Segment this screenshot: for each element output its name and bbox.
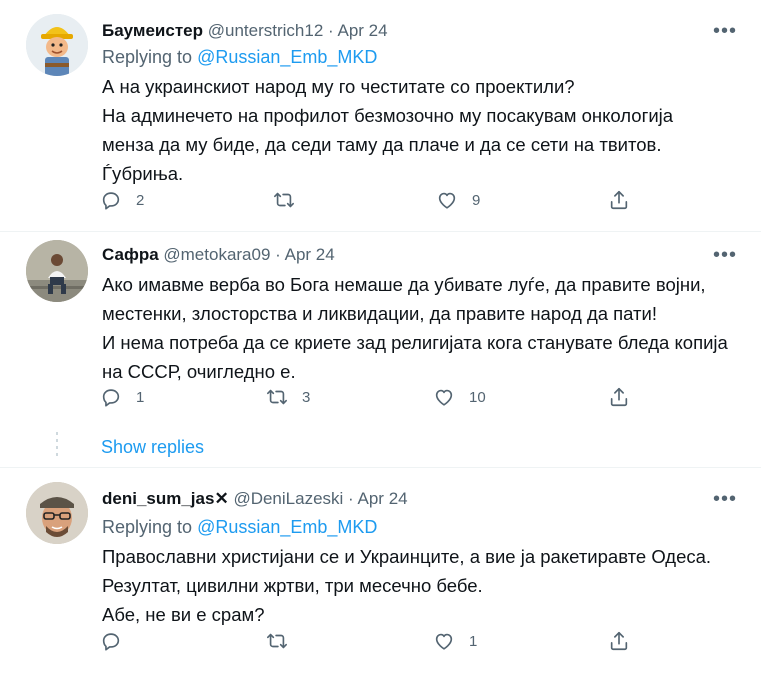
tweet-text-line: на СССР, очигледно е. [102, 361, 296, 382]
retweet-button[interactable] [266, 630, 302, 652]
tweet-text-line: Ако имавме верба во Бога немаше да убива… [102, 274, 706, 295]
retweet-icon [266, 630, 288, 652]
like-icon [433, 386, 455, 408]
tweet-text: Православни христијани се и Украинците, … [102, 542, 732, 629]
tweet-text-line: менза да му биде, да седи таму да плаче … [102, 134, 662, 155]
tweet-text-line: И нема потреба да се криете зад религија… [102, 332, 728, 353]
replying-to-prefix: Replying to [102, 47, 193, 67]
show-replies-link[interactable]: Show replies [101, 437, 204, 458]
tweet-text: Ако имавме верба во Бога немаше да убива… [102, 270, 732, 386]
replying-to-prefix: Replying to [102, 517, 193, 537]
display-name[interactable]: deni_sum_jas [102, 489, 214, 508]
tweet-date[interactable]: Apr 24 [358, 489, 408, 508]
thread-line [56, 432, 58, 456]
more-icon[interactable]: ••• [713, 21, 737, 41]
reply-button[interactable] [100, 630, 136, 652]
reply-count: 2 [136, 191, 145, 209]
like-count: 10 [469, 388, 486, 406]
replying-to-handle[interactable]: @Russian_Emb_MKD [197, 517, 377, 537]
tweet-date[interactable]: Apr 24 [285, 245, 335, 264]
person-avatar-icon [26, 482, 88, 544]
like-button[interactable]: 10 [433, 386, 486, 408]
like-icon [433, 630, 455, 652]
retweet-button[interactable]: 3 [266, 386, 310, 408]
tweet[interactable]: deni_sum_jas✕ @DeniLazeski · Apr 24 ••• … [0, 468, 761, 673]
retweet-icon [273, 189, 295, 211]
tweet-text-line: На админечето на профилот безмозочно му … [102, 105, 674, 126]
tweet-text-line: Резултат, цивилни жртви, три месечно беб… [102, 575, 483, 596]
user-handle[interactable]: @unterstrich12 [208, 21, 324, 40]
replying-to: Replying to @Russian_Emb_MKD [102, 47, 377, 68]
x-emoji-icon: ✕ [214, 489, 229, 508]
reply-icon [100, 386, 122, 408]
like-icon [436, 189, 458, 211]
tweet-text-line: Православни христијани се и Украинците, … [102, 546, 712, 567]
reply-button[interactable]: 1 [100, 386, 144, 408]
tweet-text-line: местенки, злосторства и ликвидации, да п… [102, 303, 658, 324]
display-name[interactable]: Сафра [102, 245, 159, 264]
user-handle[interactable]: @metokara09 [163, 245, 270, 264]
more-icon[interactable]: ••• [713, 489, 737, 509]
tweet-text-line: Ѓубриња. [102, 163, 184, 184]
retweet-count: 3 [302, 388, 311, 406]
tweet-actions: 1 3 10 [100, 386, 640, 410]
like-count: 9 [472, 191, 481, 209]
avatar[interactable] [26, 482, 88, 544]
tweet-actions: 1 [100, 630, 640, 654]
replying-to-handle[interactable]: @Russian_Emb_MKD [197, 47, 377, 67]
share-button[interactable] [608, 189, 630, 211]
reply-button[interactable]: 2 [100, 189, 144, 211]
reply-icon [100, 189, 122, 211]
tweet-text-line: Абе, не ви е срам? [102, 604, 265, 625]
user-handle[interactable]: @DeniLazeski [233, 489, 343, 508]
separator-dot: · [348, 489, 354, 508]
like-button[interactable]: 9 [436, 189, 480, 211]
tweet-text: А на украинскиот народ му го честитате с… [102, 72, 732, 188]
avatar[interactable] [26, 14, 88, 76]
reply-icon [100, 630, 122, 652]
share-button[interactable] [608, 386, 630, 408]
replying-to: Replying to @Russian_Emb_MKD [102, 517, 377, 538]
display-name[interactable]: Баумеистер [102, 21, 203, 40]
tweet-actions: 2 9 [100, 189, 640, 213]
separator-dot: · [275, 245, 281, 264]
share-button[interactable] [608, 630, 630, 652]
retweet-icon [266, 386, 288, 408]
share-icon [608, 386, 630, 408]
tweet[interactable]: Баумеистер @unterstrich12 · Apr 24 ••• R… [0, 0, 761, 232]
tweet-text-line: А на украинскиот народ му го честитате с… [102, 76, 575, 97]
share-icon [608, 630, 630, 652]
like-button[interactable]: 1 [433, 630, 477, 652]
more-icon[interactable]: ••• [713, 245, 737, 265]
separator-dot: · [328, 21, 334, 40]
person-avatar-icon [26, 240, 88, 302]
avatar[interactable] [26, 240, 88, 302]
reply-count: 1 [136, 388, 145, 406]
tweet-date[interactable]: Apr 24 [337, 21, 387, 40]
tweet[interactable]: Сафра @metokara09 · Apr 24 ••• Ако имавм… [0, 232, 761, 467]
like-count: 1 [469, 632, 478, 650]
retweet-button[interactable] [273, 189, 309, 211]
builder-avatar-icon [26, 14, 88, 76]
share-icon [608, 189, 630, 211]
